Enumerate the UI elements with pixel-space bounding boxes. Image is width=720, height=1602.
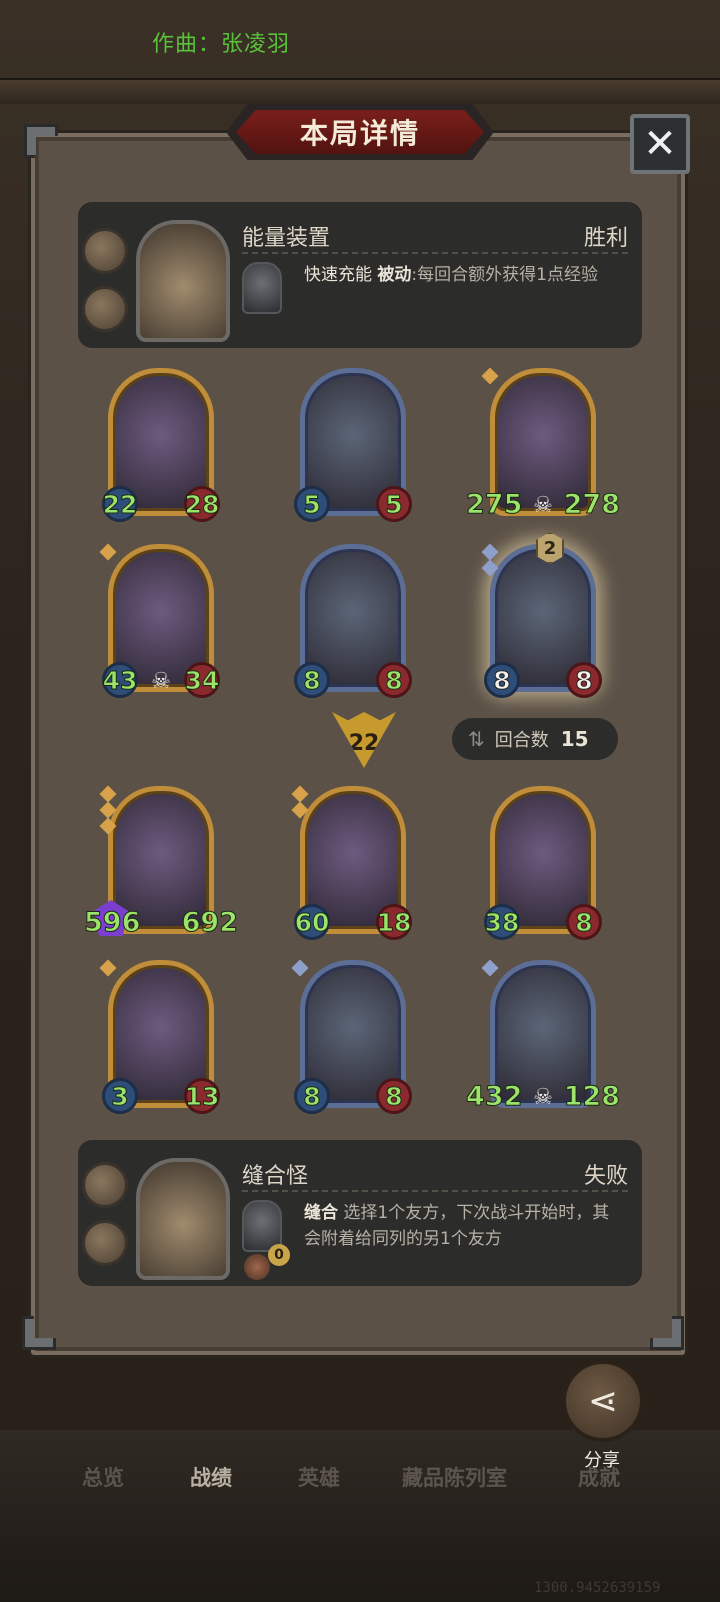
- minion-card[interactable]: 22 28: [102, 366, 220, 524]
- music-credit: 作曲：张凌羽: [152, 32, 291, 57]
- health-stat: 8: [376, 1078, 412, 1114]
- anvil-icon[interactable]: [82, 1162, 128, 1208]
- metal-bar-icon[interactable]: [82, 1220, 128, 1266]
- attack-stat: 275: [465, 488, 523, 520]
- book-icon[interactable]: [82, 286, 128, 332]
- attack-stat: 60: [294, 904, 330, 940]
- ability-item-icon[interactable]: [244, 1254, 270, 1280]
- swap-icon: ⇅: [468, 727, 485, 751]
- skull-icon: ☠: [533, 493, 553, 518]
- health-stat: 34: [184, 662, 220, 698]
- minion-card[interactable]: 55: [294, 366, 412, 524]
- share-icon: ⋖: [587, 1380, 619, 1422]
- turn-counter: ⇅ 回合数 15: [452, 718, 618, 760]
- health-stat: 8: [376, 662, 412, 698]
- turns-value: 15: [560, 727, 589, 751]
- tier-gem-icon: [481, 959, 499, 977]
- health-stat: 128: [563, 1080, 620, 1112]
- hero-portrait-stitched-monster[interactable]: [136, 1158, 230, 1280]
- minion-card[interactable]: 3 13: [99, 958, 220, 1116]
- minion-card[interactable]: 432 128 ☠: [465, 958, 621, 1116]
- top-shelf: [0, 78, 720, 104]
- player-result: 胜利: [583, 226, 628, 251]
- attack-stat: 8: [484, 662, 520, 698]
- player-result: 失败: [583, 1164, 628, 1189]
- divider: [242, 252, 628, 254]
- attack-stat: 432: [465, 1080, 523, 1112]
- minion-card[interactable]: 288: [481, 532, 602, 700]
- divider: [242, 1190, 628, 1192]
- nav-overview[interactable]: 总览: [82, 1462, 124, 1492]
- tier-gem-icon: [99, 543, 117, 561]
- health-stat: 8: [566, 904, 602, 940]
- attack-stat: 8: [294, 1078, 330, 1114]
- player-name: 能量装置: [242, 226, 331, 251]
- skull-icon: ☠: [151, 669, 171, 694]
- attack-stat: 8: [294, 662, 330, 698]
- share-button[interactable]: ⋖: [562, 1360, 644, 1442]
- minion-card[interactable]: 43 34 ☠: [99, 542, 220, 700]
- health-stat: 5: [376, 486, 412, 522]
- attack-stat: 22: [102, 486, 138, 522]
- skull-icon: ☠: [533, 1085, 553, 1110]
- page-title: 本局详情: [236, 110, 484, 154]
- coordinate-readout: 1300.9452639159: [534, 1580, 661, 1596]
- tier-gem-icon: [481, 367, 499, 385]
- health-stat: 18: [376, 904, 412, 940]
- attack-stat: 3: [102, 1078, 138, 1114]
- attack-stat: 596: [83, 906, 141, 938]
- tier-gem-icon: [99, 959, 117, 977]
- ability-description: 缝合 选择1个友方，下次战斗开始时，其会附着给同列的另1个友方: [304, 1200, 624, 1252]
- nav-collection[interactable]: 藏品陈列室: [402, 1462, 507, 1492]
- ability-text: :每回合额外获得1点经验: [411, 265, 598, 285]
- close-x-icon: ✕: [643, 121, 677, 167]
- health-stat: 8: [566, 662, 602, 698]
- tier-gem-icon: [291, 959, 309, 977]
- player-name: 缝合怪: [242, 1164, 309, 1189]
- share-label: 分享: [584, 1450, 620, 1471]
- minion-card[interactable]: 275 278 ☠: [465, 366, 621, 524]
- player-panel-loser: 缝合怪 失败 0 缝合 选择1个友方，下次战斗开始时，其会附着给同列的另1个友方: [78, 1140, 642, 1286]
- health-stat: 28: [184, 486, 220, 522]
- nav-records[interactable]: 战绩: [190, 1462, 232, 1492]
- ability-counter: 0: [268, 1244, 290, 1266]
- health-stat: 278: [563, 488, 620, 520]
- minion-card[interactable]: 38 8: [484, 784, 602, 942]
- coffin-icon[interactable]: [82, 228, 128, 274]
- tier-gem-icon: [291, 785, 309, 803]
- attack-stat: 43: [102, 662, 138, 698]
- minion-card[interactable]: 596 692: [83, 784, 239, 942]
- nav-heroes[interactable]: 英雄: [298, 1462, 340, 1492]
- ability-description: 快速充能 被动:每回合额外获得1点经验: [304, 262, 624, 288]
- ability-name: 缝合: [304, 1203, 338, 1223]
- attack-stat: 38: [484, 904, 520, 940]
- hero-portrait-energy-device[interactable]: [136, 220, 230, 342]
- ability-type: 被动: [377, 265, 412, 285]
- tier-gem-icon: [481, 543, 499, 561]
- ability-name: 快速充能: [304, 265, 372, 285]
- turns-label: 回合数: [494, 730, 549, 751]
- attack-stat: 5: [294, 486, 330, 522]
- tier-gem-icon: [99, 785, 117, 803]
- health-stat: 13: [184, 1078, 220, 1114]
- minion-card[interactable]: 60 18: [291, 784, 412, 942]
- minion-card[interactable]: 88: [294, 542, 412, 700]
- ability-text: 选择1个友方，下次战斗开始时，其会附着给同列的另1个友方: [304, 1203, 610, 1249]
- lightning-ability-icon[interactable]: [242, 262, 282, 314]
- minion-card[interactable]: 88: [291, 958, 412, 1116]
- health-stat: 692: [181, 906, 238, 938]
- player-panel-winner: 能量装置 胜利 快速充能 被动:每回合额外获得1点经验: [78, 202, 642, 348]
- close-button[interactable]: ✕: [630, 114, 690, 174]
